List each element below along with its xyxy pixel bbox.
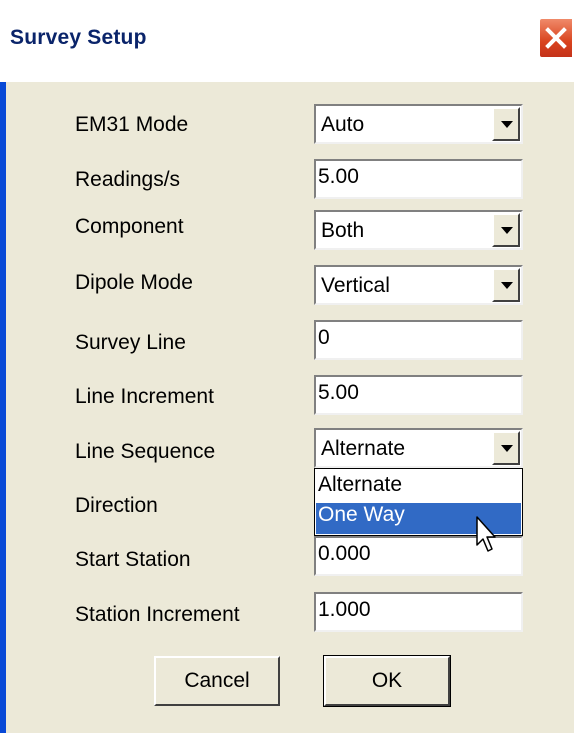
chevron-down-icon: [501, 227, 513, 234]
dipole-mode-label: Dipole Mode: [75, 271, 193, 294]
close-icon: [545, 27, 567, 49]
dropdown-option-alternate[interactable]: Alternate: [316, 473, 521, 504]
line-increment-input[interactable]: 5.00: [314, 375, 523, 415]
survey-line-label: Survey Line: [75, 331, 186, 354]
component-value: Both: [321, 219, 365, 242]
start-station-label: Start Station: [75, 548, 191, 571]
component-select[interactable]: Both: [314, 210, 523, 250]
station-increment-value: 1.000: [318, 598, 371, 621]
em31-mode-value: Auto: [321, 113, 365, 136]
survey-setup-dialog: Survey Setup EM31 Mode Auto Readings/s 5…: [0, 0, 574, 733]
component-dropdown-button[interactable]: [492, 213, 520, 247]
readings-input[interactable]: 5.00: [314, 159, 523, 199]
dipole-mode-select[interactable]: Vertical: [314, 265, 523, 305]
component-label: Component: [75, 215, 184, 238]
close-button[interactable]: [539, 18, 572, 58]
ok-button[interactable]: OK: [323, 655, 451, 707]
em31-mode-label: EM31 Mode: [75, 113, 189, 136]
station-increment-label: Station Increment: [75, 603, 240, 626]
survey-line-value: 0: [318, 326, 330, 349]
chevron-down-icon: [501, 121, 513, 128]
station-increment-input[interactable]: 1.000: [314, 592, 523, 632]
em31-mode-dropdown-button[interactable]: [492, 107, 520, 141]
title-bar[interactable]: Survey Setup: [0, 0, 574, 82]
window-title: Survey Setup: [10, 26, 147, 49]
start-station-value: 0.000: [318, 542, 371, 565]
chevron-down-icon: [501, 445, 513, 452]
cancel-button[interactable]: Cancel: [154, 656, 280, 706]
line-sequence-value: Alternate: [321, 437, 406, 460]
dipole-mode-value: Vertical: [321, 274, 390, 297]
dipole-mode-dropdown-button[interactable]: [492, 268, 520, 302]
line-sequence-select[interactable]: Alternate: [314, 428, 523, 468]
line-sequence-label: Line Sequence: [75, 440, 216, 463]
survey-line-input[interactable]: 0: [314, 320, 523, 360]
chevron-down-icon: [501, 282, 513, 289]
line-sequence-dropdown-button[interactable]: [492, 431, 520, 465]
readings-label: Readings/s: [75, 168, 181, 191]
em31-mode-select[interactable]: Auto: [314, 104, 523, 144]
line-increment-value: 5.00: [318, 381, 359, 404]
readings-value: 5.00: [318, 165, 359, 188]
direction-label: Direction: [75, 494, 158, 517]
line-increment-label: Line Increment: [75, 385, 214, 408]
mouse-cursor-icon: [476, 516, 496, 552]
